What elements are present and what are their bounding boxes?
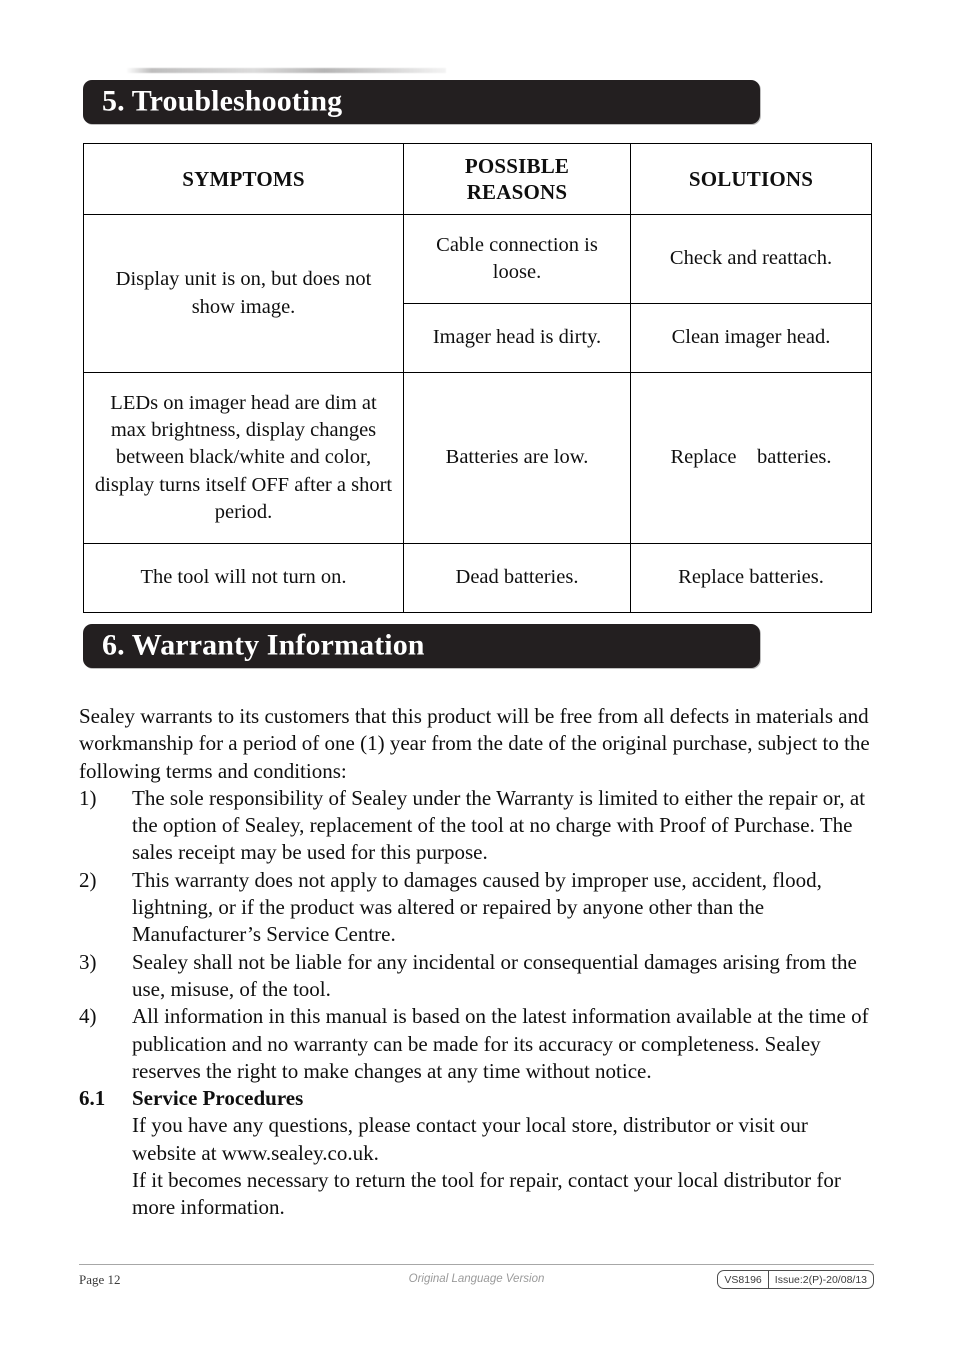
list-item-number: 4) <box>79 1004 97 1029</box>
warranty-terms-list: 1) The sole responsibility of Sealey und… <box>79 785 874 1085</box>
subsection-number: 6.1 <box>79 1086 106 1111</box>
troubleshooting-table-wrapper: SYMPTOMS POSSIBLE REASONS SOLUTIONS Disp… <box>83 143 872 613</box>
table-row: Display unit is on, but does not show im… <box>83 214 872 373</box>
cell-reason-imager-dirty: Imager head is dirty. <box>403 303 631 373</box>
subsection-service-procedures-heading: 6.1 Service Procedures <box>79 1085 874 1112</box>
table-row: LEDs on imager head are dim at max brigh… <box>83 372 872 544</box>
list-item-text: This warranty does not apply to damages … <box>132 867 822 947</box>
section-header-troubleshooting: 5. Troubleshooting <box>83 80 760 124</box>
service-procedures-paragraph-2: If it becomes necessary to return the to… <box>132 1168 841 1220</box>
list-item-number: 1) <box>79 785 97 810</box>
list-item: 2) This warranty does not apply to damag… <box>79 867 874 949</box>
scan-artifact <box>126 68 446 73</box>
page-footer: Page 12 Original Language Version VS8196… <box>79 1270 874 1294</box>
cell-reason-batteries-low: Batteries are low. <box>403 372 631 544</box>
section-header-warranty-label: 6. Warranty Information <box>102 628 425 662</box>
cell-solution-replace-batteries-spaced: Replace batteries. <box>630 372 872 544</box>
cell-symptom-display-no-image: Display unit is on, but does not show im… <box>83 214 404 373</box>
cell-solution-check-reattach: Check and reattach. <box>630 214 872 304</box>
troubleshooting-table: SYMPTOMS POSSIBLE REASONS SOLUTIONS Disp… <box>83 143 872 613</box>
column-header-solutions: SOLUTIONS <box>630 143 872 215</box>
list-item-text: All information in this manual is based … <box>132 1004 869 1083</box>
column-header-possible-reasons: POSSIBLE REASONS <box>403 143 631 215</box>
cell-symptom-leds-dim: LEDs on imager head are dim at max brigh… <box>83 372 404 544</box>
cell-solution-replace-batteries: Replace batteries. <box>630 543 872 613</box>
section-header-warranty: 6. Warranty Information <box>83 624 760 668</box>
footer-language-note: Original Language Version <box>408 1273 545 1285</box>
warranty-intro-paragraph: Sealey warrants to its customers that th… <box>79 704 870 783</box>
cell-reason-cable-loose: Cable connection is loose. <box>403 214 631 304</box>
footer-issue-code: Issue:2(P)-20/08/13 <box>767 1271 873 1288</box>
footer-model-code: VS8196 <box>724 1273 762 1286</box>
list-item: 3) Sealey shall not be liable for any in… <box>79 949 874 1004</box>
list-item: 4) All information in this manual is bas… <box>79 1003 874 1085</box>
footer-divider <box>79 1264 874 1265</box>
service-procedures-paragraph-1: If you have any questions, please contac… <box>132 1113 808 1165</box>
cell-solution-clean-imager: Clean imager head. <box>630 303 872 373</box>
list-item-number: 2) <box>79 867 97 892</box>
footer-model-badge: VS8196 Issue:2(P)-20/08/13 <box>717 1270 874 1289</box>
section-header-troubleshooting-label: 5. Troubleshooting <box>102 84 343 118</box>
list-item: 1) The sole responsibility of Sealey und… <box>79 785 874 867</box>
list-item-text: The sole responsibility of Sealey under … <box>132 785 866 865</box>
list-item-text: Sealey shall not be liable for any incid… <box>132 949 857 1001</box>
list-item-number: 3) <box>79 949 97 974</box>
footer-page-number: Page 12 <box>79 1272 121 1287</box>
document-page: 5. Troubleshooting SYMPTOMS POSSIBLE REA… <box>0 0 954 1354</box>
subsection-title: Service Procedures <box>132 1086 304 1111</box>
table-header-row: SYMPTOMS POSSIBLE REASONS SOLUTIONS <box>83 143 872 215</box>
cell-reason-dead-batteries: Dead batteries. <box>403 543 631 613</box>
cell-symptom-tool-not-turn-on: The tool will not turn on. <box>83 543 404 613</box>
warranty-body: Sealey warrants to its customers that th… <box>79 703 874 1222</box>
column-header-symptoms: SYMPTOMS <box>83 143 404 215</box>
table-row: The tool will not turn on. Dead batterie… <box>83 543 872 613</box>
